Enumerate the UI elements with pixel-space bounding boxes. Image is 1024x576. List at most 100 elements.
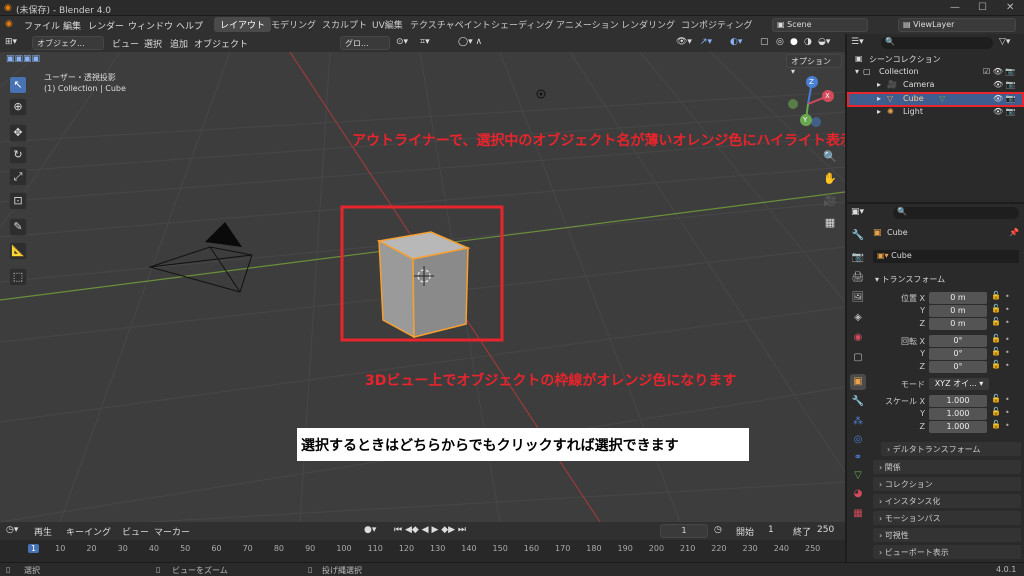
visibility-icons[interactable]: 👁 📷 [993, 107, 1016, 116]
properties-editor[interactable]: ▣▾ 🔍 🔧 📷 🖨 🖼 ◈ ◉ ▢ ▣ 🔧 ⁂ ◎ ⚭ ▽ ◕ ▦ ▣ Cub… [847, 204, 1024, 562]
physics-tab-icon[interactable]: ◎ [850, 432, 866, 448]
checkbox-icon[interactable]: ☑ 👁 📷 [983, 67, 1015, 76]
measure-tool[interactable]: 📐 [9, 242, 27, 260]
keyframe-dot[interactable]: • [1005, 318, 1010, 327]
world-tab-icon[interactable]: ◉ [850, 330, 866, 346]
menu-window[interactable]: ウィンドウ [128, 19, 173, 32]
tab-layout[interactable]: レイアウト [214, 17, 272, 32]
select-box-tool[interactable]: ↖ [9, 76, 27, 94]
tab-uv-editing[interactable]: UV編集 [366, 17, 409, 32]
move-tool[interactable]: ✥ [9, 124, 27, 142]
shading-material-icon[interactable]: ◑ [804, 37, 812, 47]
rotation-z-field[interactable]: 0° [929, 361, 987, 373]
timeline[interactable]: 1 10 20 30 40 50 60 70 80 90 100 110 120 130 140 150 160… [0, 540, 845, 562]
delta-transform-panel[interactable]: › デルタトランスフォーム [881, 442, 1021, 456]
visibility-icons[interactable]: 👁 📷 [993, 94, 1016, 103]
scene-selector[interactable]: ▣ Scene [772, 18, 868, 32]
camera-view-icon[interactable]: 🎥 [820, 192, 840, 210]
location-y-field[interactable]: 0 m [929, 305, 987, 317]
current-frame-field[interactable]: 1 [660, 524, 708, 538]
object-name-field[interactable]: ▣▾ Cube [873, 250, 1019, 263]
rotation-y-field[interactable]: 0° [929, 348, 987, 360]
view-layer-tab-icon[interactable]: 🖼 [850, 290, 866, 306]
lock-icon[interactable]: 🔓 [991, 360, 1001, 369]
light-object[interactable] [536, 89, 546, 99]
annotate-tool[interactable]: ✎ [9, 218, 27, 236]
perspective-toggle-icon[interactable]: ▦ [820, 214, 840, 232]
tab-animation[interactable]: アニメーション [550, 17, 625, 32]
output-tab-icon[interactable]: 🖨 [850, 270, 866, 286]
snap-icon[interactable]: ⌗▾ [420, 37, 430, 47]
keyframe-dot[interactable]: • [1005, 395, 1010, 404]
location-x-field[interactable]: 0 m [929, 292, 987, 304]
filter-icon[interactable]: ▽▾ [999, 37, 1010, 47]
lock-icon[interactable]: 🔓 [991, 334, 1001, 343]
collection-row[interactable]: ▾ ▢ Collection ☑ 👁 📷 [847, 67, 1024, 80]
lock-icon[interactable]: 🔓 [991, 291, 1001, 300]
menu-file[interactable]: ファイル [24, 19, 60, 32]
3d-viewport[interactable]: ↖ ⊕ ✥ ↻ ⤢ ⊡ ✎ 📐 ⬚ ▣▣▣▣ ユーザー・透視投影 (1) Col… [0, 52, 845, 522]
start-frame[interactable]: 1 [768, 525, 774, 535]
options-dropdown[interactable]: オプション ▾ [786, 54, 842, 76]
relations-panel[interactable]: › 関係 [873, 460, 1021, 474]
overlay-icon[interactable]: ◐▾ [730, 37, 742, 47]
menu-marker[interactable]: マーカー [154, 525, 190, 538]
mode-dropdown[interactable]: オブジェク... [32, 36, 104, 50]
keyframe-icon[interactable]: ●▾ [364, 525, 376, 535]
pin-icon[interactable]: 📌 [1009, 228, 1019, 237]
end-frame[interactable]: 250 [817, 525, 834, 535]
lock-icon[interactable]: 🔓 [991, 304, 1001, 313]
collections-panel[interactable]: › コレクション [873, 477, 1021, 491]
scale-x-field[interactable]: 1.000 [929, 395, 987, 407]
menu-add[interactable]: 追加 [170, 37, 188, 50]
menu-object[interactable]: オブジェクト [194, 37, 248, 50]
outliner-item-light[interactable]: ▸ ✺ Light 👁 📷 [847, 107, 1024, 120]
menu-edit[interactable]: 編集 [63, 19, 81, 32]
lock-icon[interactable]: 🔓 [991, 317, 1001, 326]
visibility-icon[interactable]: 👁▾ [676, 37, 692, 47]
lock-icon[interactable]: 🔓 [991, 394, 1001, 403]
lock-icon[interactable]: 🔓 [991, 407, 1001, 416]
transform-panel-header[interactable]: ▾ トランスフォーム [875, 274, 945, 285]
outliner-item-cube[interactable]: ▸ ▽ Cube ▽ 👁 📷 [847, 92, 1024, 107]
material-tab-icon[interactable]: ◕ [850, 486, 866, 502]
location-z-field[interactable]: 0 m [929, 318, 987, 330]
rotate-tool[interactable]: ↻ [9, 146, 27, 164]
tab-texture-paint[interactable]: テクスチャペイント [404, 17, 497, 32]
tab-shading[interactable]: シェーディング [485, 17, 559, 32]
gizmo-toggle-icon[interactable]: ↗▾ [700, 37, 712, 47]
navigation-gizmo[interactable] [780, 74, 836, 134]
keyframe-dot[interactable]: • [1005, 305, 1010, 314]
data-tab-icon[interactable]: ▽ [850, 468, 866, 484]
modifier-tab-icon[interactable]: 🔧 [850, 394, 866, 410]
collection-tab-icon[interactable]: ▢ [850, 350, 866, 366]
minimize-icon[interactable]: — [950, 2, 960, 13]
transform-tool[interactable]: ⊡ [9, 192, 27, 210]
scene-tab-icon[interactable]: ◈ [850, 310, 866, 326]
blender-menu-icon[interactable]: ◉ [5, 19, 13, 29]
keyframe-dot[interactable]: • [1005, 361, 1010, 370]
zoom-view-icon[interactable]: 🔍 [820, 148, 840, 166]
scene-collection-row[interactable]: ▣ シーンコレクション [847, 54, 1024, 67]
viewport-display-panel[interactable]: › ビューポート表示 [873, 545, 1021, 559]
keyframe-dot[interactable]: • [1005, 421, 1010, 430]
lock-icon[interactable]: 🔓 [991, 420, 1001, 429]
keyframe-dot[interactable]: • [1005, 408, 1010, 417]
tab-rendering[interactable]: レンダリング [615, 17, 681, 32]
tab-modeling[interactable]: モデリング [265, 17, 322, 32]
shading-render-icon[interactable]: ◒▾ [818, 37, 830, 47]
expand-icon[interactable]: ▸ [877, 94, 881, 103]
keyframe-dot[interactable]: • [1005, 292, 1010, 301]
close-icon[interactable]: ✕ [1006, 2, 1014, 13]
playback-controls-icon[interactable]: ⏮ ◀◆ ◀ ▶ ◆▶ ⏭ [394, 525, 466, 535]
render-tab-icon[interactable]: 📷 [850, 250, 866, 266]
keyframe-dot[interactable]: • [1005, 348, 1010, 357]
proportional-edit-icon[interactable]: ◯▾ ∧ [458, 37, 482, 47]
expand-icon[interactable]: ▾ [855, 67, 859, 76]
scale-z-field[interactable]: 1.000 [929, 421, 987, 433]
view-layer-selector[interactable]: ▤ ViewLayer [898, 18, 1016, 32]
expand-icon[interactable]: ▸ [877, 80, 881, 89]
add-cube-tool[interactable]: ⬚ [9, 268, 27, 286]
transform-orientation[interactable]: グロ... [340, 36, 390, 50]
menu-keying[interactable]: キーイング [66, 525, 111, 538]
